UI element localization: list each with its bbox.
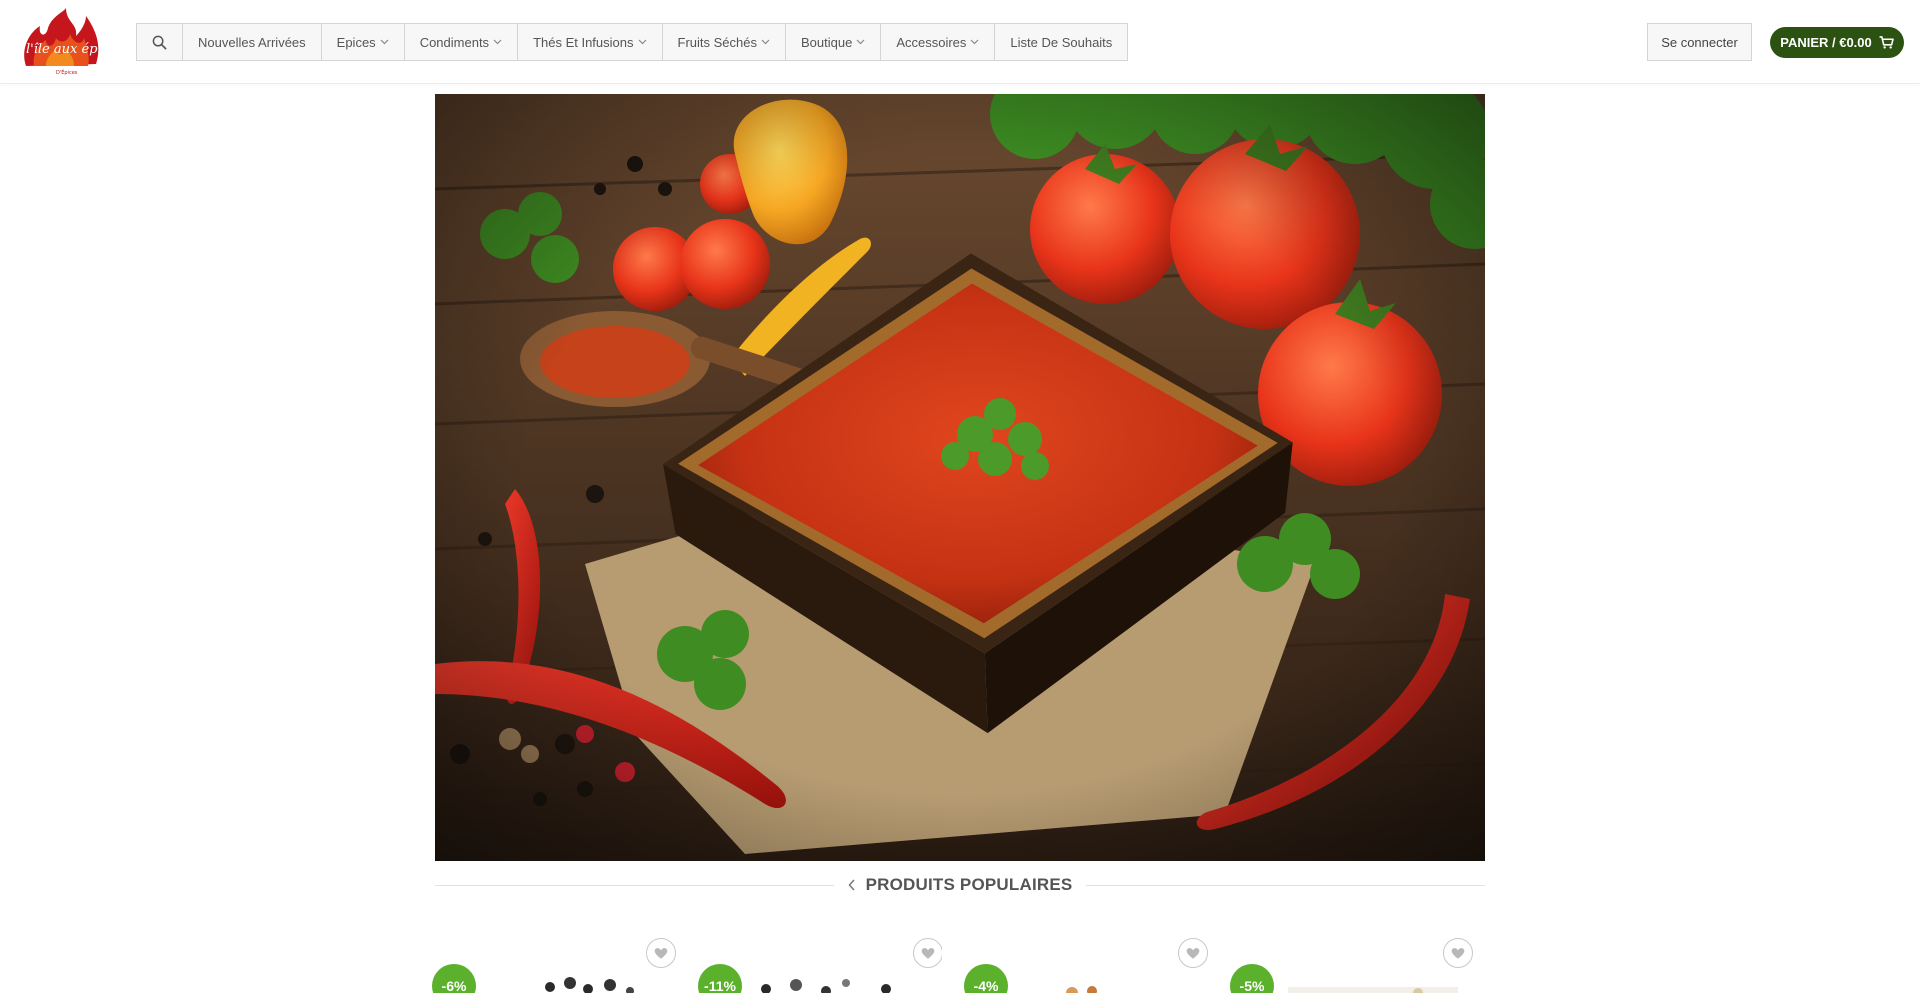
wishlist-button[interactable] bbox=[1443, 938, 1473, 968]
site-logo[interactable]: l'île aux épices D'Épices bbox=[16, 8, 108, 78]
product-image bbox=[1066, 986, 1097, 993]
product-image bbox=[545, 977, 634, 993]
hero-banner[interactable] bbox=[435, 94, 1485, 861]
nav-item-epices[interactable]: Epices bbox=[321, 23, 405, 61]
nav-item-label: Nouvelles Arrivées bbox=[198, 34, 306, 50]
chevron-down-icon bbox=[761, 39, 770, 45]
product-image bbox=[761, 979, 891, 993]
nav-item-label: Condiments bbox=[419, 34, 490, 50]
nav-item-label: Epices bbox=[336, 34, 376, 50]
nav-item-label: Fruits Séchés bbox=[677, 34, 757, 50]
discount-badge: -4% bbox=[964, 964, 1008, 993]
chevron-down-icon bbox=[638, 39, 647, 45]
nav-item-label: Liste De Souhaits bbox=[1010, 34, 1113, 50]
section-title-popular: PRODUITS POPULAIRES bbox=[435, 874, 1486, 896]
nav-item-boutique[interactable]: Boutique bbox=[786, 23, 882, 61]
svg-text:D'Épices: D'Épices bbox=[56, 68, 78, 76]
heart-icon bbox=[921, 947, 935, 959]
search-button[interactable] bbox=[136, 23, 183, 61]
product-carousel: -6% -11% -4% -5% bbox=[430, 935, 1490, 993]
discount-badge: -11% bbox=[698, 964, 742, 993]
hero-image bbox=[435, 94, 1485, 861]
chevron-left-icon[interactable] bbox=[848, 879, 856, 891]
chevron-down-icon bbox=[856, 39, 865, 45]
nav-item-thes-et-infusions[interactable]: Thés Et Infusions bbox=[518, 23, 663, 61]
nav-item-condiments[interactable]: Condiments bbox=[404, 23, 519, 61]
section-title-label: PRODUITS POPULAIRES bbox=[865, 875, 1073, 894]
logo-image: l'île aux épices D'Épices bbox=[24, 8, 108, 76]
cart-label: PANIER / €0.00 bbox=[1780, 35, 1872, 50]
divider bbox=[1086, 884, 1486, 886]
heart-icon bbox=[1451, 947, 1465, 959]
product-card[interactable]: -6% bbox=[430, 935, 676, 993]
nav-item-label: Boutique bbox=[801, 34, 853, 50]
login-label: Se connecter bbox=[1661, 34, 1738, 50]
nav-item-liste-de-souhaits[interactable]: Liste De Souhaits bbox=[995, 23, 1129, 61]
nav-item-accessoires[interactable]: Accessoires bbox=[881, 23, 996, 61]
site-header: l'île aux épices D'Épices Nouvelles Arri… bbox=[0, 0, 1920, 84]
product-image bbox=[1288, 987, 1458, 993]
discount-badge: -5% bbox=[1230, 964, 1274, 993]
wishlist-button[interactable] bbox=[1178, 938, 1208, 968]
heart-icon bbox=[654, 947, 668, 959]
cart-button[interactable]: PANIER / €0.00 bbox=[1770, 27, 1904, 58]
nav-item-fruits-seches[interactable]: Fruits Séchés bbox=[662, 23, 786, 61]
wishlist-button[interactable] bbox=[646, 938, 676, 968]
nav-item-label: Thés Et Infusions bbox=[533, 34, 634, 50]
divider bbox=[435, 884, 834, 886]
login-button[interactable]: Se connecter bbox=[1647, 23, 1752, 61]
svg-text:l'île aux épices: l'île aux épices bbox=[26, 42, 108, 57]
main-nav: Nouvelles Arrivées Epices Condiments Thé… bbox=[136, 23, 1129, 61]
discount-badge: -6% bbox=[432, 964, 476, 993]
chevron-down-icon bbox=[970, 39, 979, 45]
wishlist-button[interactable] bbox=[913, 938, 942, 968]
heart-icon bbox=[1186, 947, 1200, 959]
chevron-down-icon bbox=[380, 39, 389, 45]
nav-item-nouvelles-arrivees[interactable]: Nouvelles Arrivées bbox=[183, 23, 322, 61]
chevron-down-icon bbox=[493, 39, 502, 45]
cart-icon bbox=[1879, 36, 1894, 49]
product-card[interactable]: -4% bbox=[962, 935, 1208, 993]
search-icon bbox=[152, 35, 167, 49]
product-card[interactable]: -5% bbox=[1228, 935, 1474, 993]
product-card[interactable]: -11% bbox=[696, 935, 942, 993]
nav-item-label: Accessoires bbox=[896, 34, 967, 50]
